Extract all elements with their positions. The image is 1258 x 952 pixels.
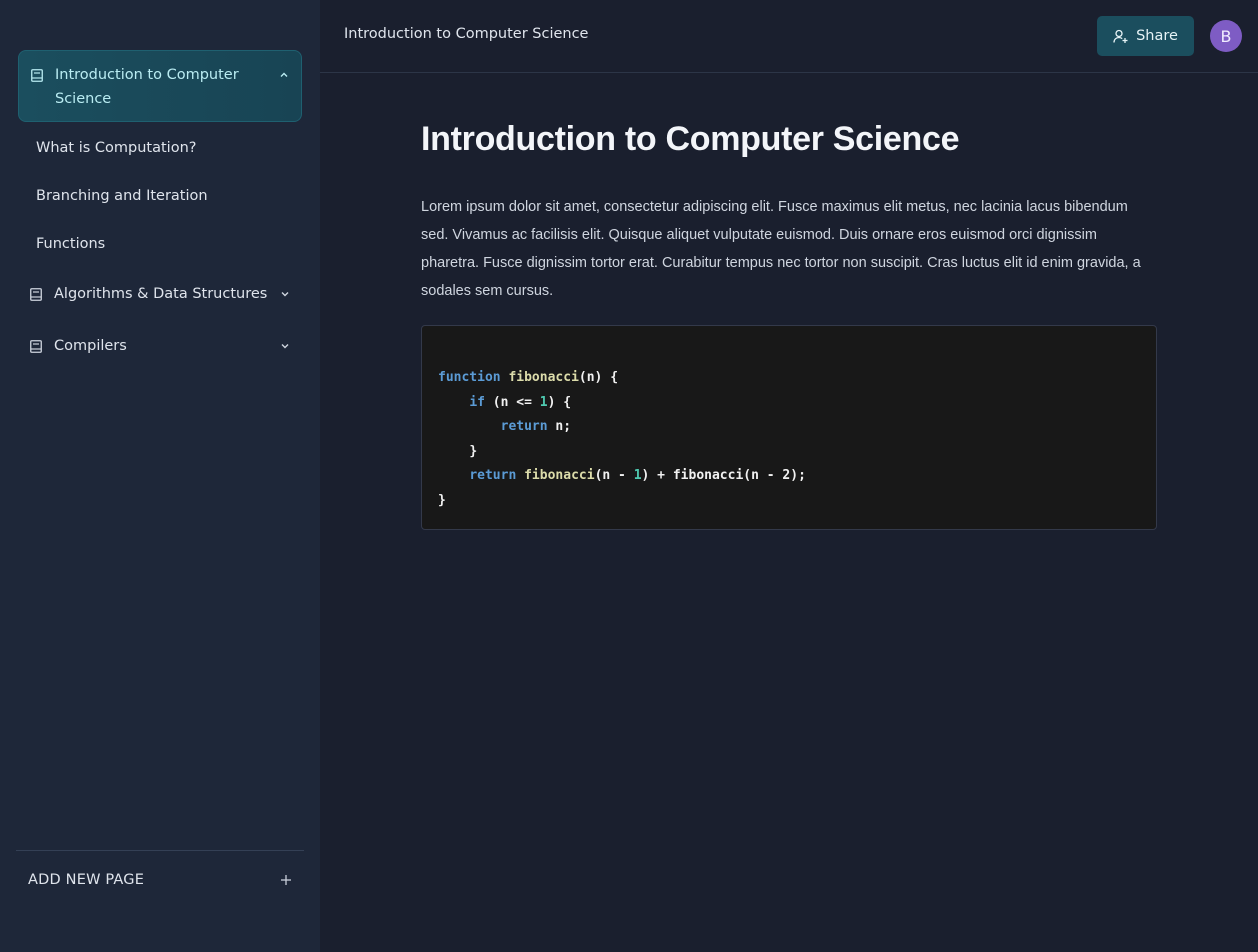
user-plus-icon xyxy=(1113,29,1128,43)
plus-icon xyxy=(281,875,291,885)
body-paragraph: Lorem ipsum dolor sit amet, consectetur … xyxy=(421,199,1141,299)
sidebar: Introduction to Computer Science What is… xyxy=(0,0,320,952)
code-line: } xyxy=(469,443,478,459)
avatar[interactable]: B xyxy=(1210,20,1242,52)
sidebar-group-compilers[interactable]: Compilers xyxy=(18,326,302,366)
add-new-page-button[interactable]: ADD NEW PAGE xyxy=(28,868,292,892)
code-line: function fibonacci(n) { xyxy=(438,370,619,385)
chevron-up-icon[interactable] xyxy=(279,70,289,80)
sidebar-group-intro-cs[interactable]: Introduction to Computer Science xyxy=(18,50,302,122)
sidebar-item-what-is-computation[interactable]: What is Computation? xyxy=(36,138,196,158)
sidebar-group-label: Compilers xyxy=(54,338,127,354)
code-line: return fibonacci(n - 1) + fibonacci(n - … xyxy=(469,468,806,483)
code-line: if (n <= 1) { xyxy=(469,394,572,410)
add-new-page-label: ADD NEW PAGE xyxy=(28,872,145,888)
share-button[interactable]: Share xyxy=(1097,16,1194,56)
page-title: Introduction to Computer Science xyxy=(421,120,960,158)
sidebar-item-branching-iteration[interactable]: Branching and Iteration xyxy=(36,186,208,206)
book-icon xyxy=(30,287,42,301)
sidebar-group-label: Algorithms & Data Structures xyxy=(54,286,268,302)
sidebar-item-functions[interactable]: Functions xyxy=(36,234,105,254)
top-bar: Introduction to Computer Science Share B xyxy=(320,0,1258,73)
code-line: return n; xyxy=(500,419,572,434)
share-label: Share xyxy=(1136,28,1178,44)
app-root: Introduction to Computer Science What is… xyxy=(0,0,1258,952)
chevron-down-icon[interactable] xyxy=(280,289,290,299)
sidebar-group-algorithms[interactable]: Algorithms & Data Structures xyxy=(18,274,302,314)
breadcrumb: Introduction to Computer Science xyxy=(344,26,589,42)
chevron-down-icon[interactable] xyxy=(280,341,290,351)
sidebar-divider xyxy=(16,850,304,851)
code-line: } xyxy=(438,492,446,508)
book-icon xyxy=(30,339,42,353)
sidebar-group-label: Introduction to Computer Science xyxy=(55,67,239,107)
code-block: function fibonacci(n) { if (n <= 1) { re… xyxy=(421,325,1157,530)
book-icon xyxy=(31,69,43,82)
